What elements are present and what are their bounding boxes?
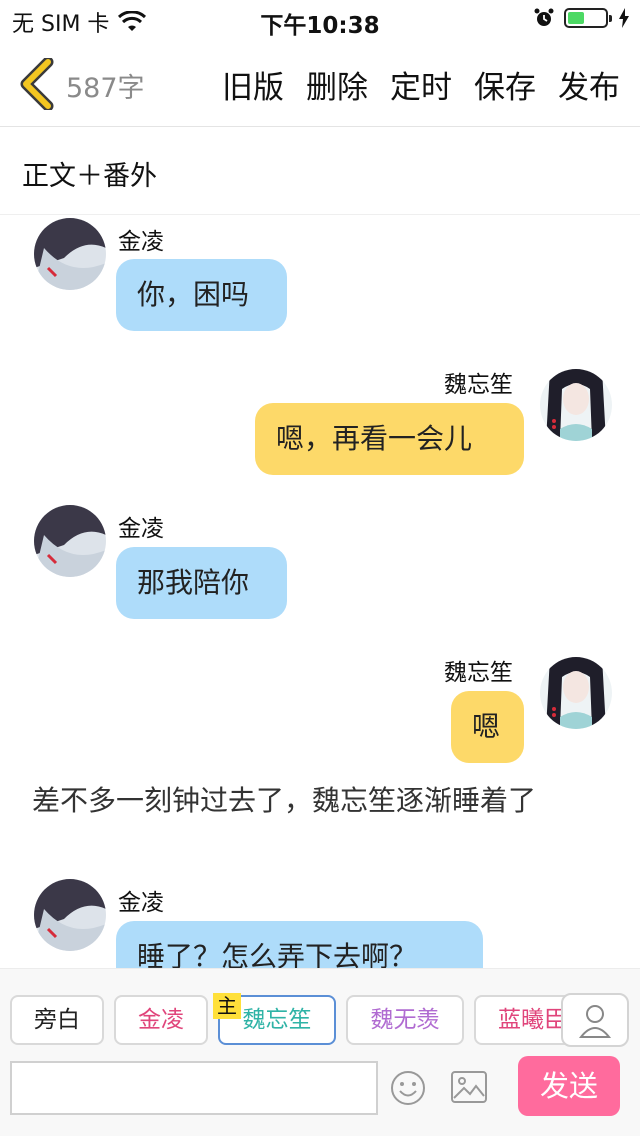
character-avatar-image — [34, 505, 106, 577]
main-character-tag: 主 — [213, 993, 241, 1019]
message-bubble[interactable]: 你，困吗 — [116, 259, 287, 331]
manage-characters-button[interactable] — [561, 993, 629, 1047]
character-avatar-image — [540, 369, 612, 441]
character-chip-jinling[interactable]: 金凌 — [114, 995, 208, 1045]
character-chip-narrator[interactable]: 旁白 — [10, 995, 104, 1045]
alarm-icon — [534, 8, 554, 26]
avatar-jinling[interactable] — [34, 879, 106, 951]
character-chip-label: 旁白 — [34, 1007, 80, 1033]
input-bar: 发送 — [0, 1054, 640, 1136]
speaker-name: 魏忘笙 — [444, 660, 513, 686]
speaker-name: 金凌 — [118, 890, 164, 916]
status-right — [534, 8, 630, 28]
message-bubble[interactable]: 嗯，再看一会儿 — [255, 403, 524, 475]
character-chip-label: 魏忘笙 — [242, 1007, 312, 1033]
character-avatar-image — [34, 218, 106, 290]
editor-toolbar: 587字 旧版 删除 定时 保存 发布 — [0, 40, 640, 127]
character-chip-label: 魏无羡 — [370, 1007, 440, 1033]
toolbar-actions: 旧版 删除 定时 保存 发布 — [222, 62, 620, 107]
avatar-jinling[interactable] — [34, 218, 106, 290]
person-icon — [578, 1005, 612, 1038]
battery-level — [568, 12, 585, 24]
avatar-weiwangsheng[interactable] — [540, 657, 612, 729]
word-count: 587字 — [66, 73, 145, 104]
speaker-name: 魏忘笙 — [444, 372, 513, 398]
avatar-weiwangsheng[interactable] — [540, 369, 612, 441]
message-bubble[interactable]: 那我陪你 — [116, 547, 287, 619]
send-button[interactable]: 发送 — [518, 1056, 620, 1116]
save-button[interactable]: 保存 — [474, 62, 536, 107]
battery-icon — [564, 8, 612, 28]
chapter-title[interactable]: 正文＋番外 — [22, 154, 157, 193]
character-chip-weiwuxian[interactable]: 魏无羡 — [346, 995, 464, 1045]
emoji-icon[interactable] — [390, 1070, 426, 1106]
status-bar: 无 SIM 卡 下午10:38 — [0, 0, 640, 40]
delete-button[interactable]: 删除 — [306, 62, 368, 107]
back-arrow-icon[interactable] — [18, 58, 58, 110]
character-avatar-image — [34, 879, 106, 951]
speaker-name: 金凌 — [118, 229, 164, 255]
message-bubble[interactable]: 睡了？怎么弄下去啊？ — [116, 921, 483, 968]
character-chip-label: 蓝曦臣 — [498, 1007, 567, 1033]
message-input[interactable] — [10, 1061, 378, 1115]
narration-text[interactable]: 差不多一刻钟过去了，魏忘笙逐渐睡着了 — [32, 785, 602, 817]
character-selector: 旁白 金凌 主 魏忘笙 魏无羡 蓝曦臣 — [0, 968, 640, 1055]
charging-icon — [619, 8, 629, 28]
image-icon[interactable] — [450, 1070, 488, 1104]
character-avatar-image — [540, 657, 612, 729]
character-chip-label: 金凌 — [138, 1007, 184, 1033]
old-version-button[interactable]: 旧版 — [222, 62, 284, 107]
message-list[interactable]: 金凌 你，困吗 魏忘笙 嗯，再看一会儿 金凌 那我陪你 魏忘笙 嗯 差不多一刻钟… — [0, 215, 640, 968]
avatar-jinling[interactable] — [34, 505, 106, 577]
speaker-name: 金凌 — [118, 516, 164, 542]
schedule-button[interactable]: 定时 — [390, 62, 452, 107]
publish-button[interactable]: 发布 — [558, 62, 620, 107]
message-bubble[interactable]: 嗯 — [451, 691, 524, 763]
